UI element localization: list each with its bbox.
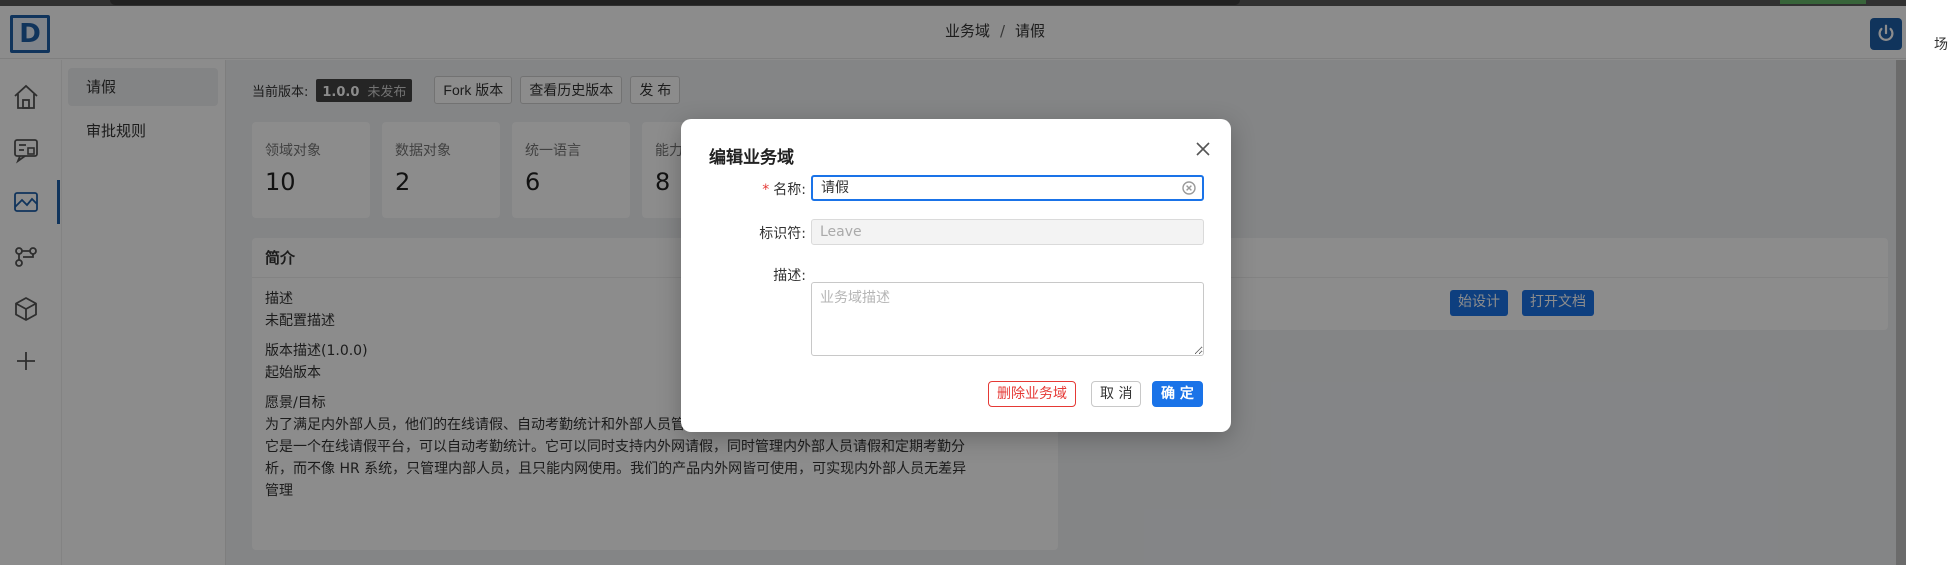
confirm-button[interactable]: 确 定	[1152, 381, 1203, 407]
right-edge-panel: 场	[1906, 0, 1948, 565]
description-textarea[interactable]	[811, 282, 1204, 356]
identifier-label: 标识符:	[759, 226, 806, 242]
identifier-input: Leave	[811, 219, 1204, 245]
name-label: * 名称:	[762, 179, 806, 199]
close-icon[interactable]	[1193, 139, 1213, 159]
delete-domain-button[interactable]: 删除业务域	[988, 381, 1076, 407]
clear-input-icon[interactable]	[1182, 181, 1196, 195]
dialog-title: 编辑业务域	[709, 148, 794, 168]
edit-domain-dialog: 编辑业务域 *名称: 请假 标识符: Leave 描述: 删除业务域 取 消 确…	[681, 119, 1231, 432]
description-label: 描述:	[773, 268, 806, 284]
required-mark: *	[762, 182, 770, 198]
right-edge-text: 场	[1934, 37, 1948, 53]
name-input[interactable]: 请假	[811, 175, 1204, 201]
cancel-button[interactable]: 取 消	[1091, 381, 1142, 407]
name-label-text: 名称:	[773, 182, 806, 198]
